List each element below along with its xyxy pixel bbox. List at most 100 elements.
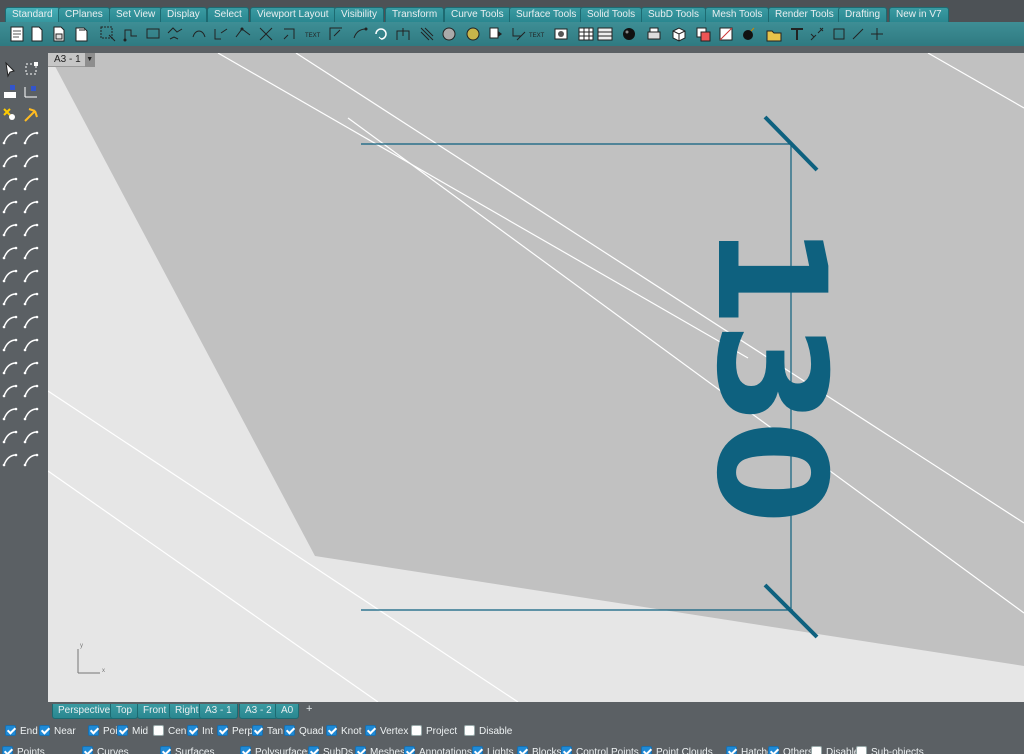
curve-icon[interactable]	[1, 175, 19, 193]
layer-table-icon[interactable]	[645, 25, 663, 43]
point-grid-icon[interactable]	[22, 152, 40, 170]
checkbox-checked-icon[interactable]	[355, 746, 366, 754]
filter-annotations[interactable]: Annotations	[404, 746, 472, 754]
checkbox-checked-icon[interactable]	[561, 746, 572, 754]
move-gumball-icon[interactable]	[1, 106, 19, 124]
viewport-tab-front[interactable]: Front	[137, 704, 173, 719]
helix-icon[interactable]	[22, 244, 40, 262]
dimension-text[interactable]: 130	[683, 223, 857, 518]
open-icon[interactable]	[28, 25, 46, 43]
ellipse-icon[interactable]	[1, 382, 19, 400]
line-icon[interactable]	[22, 198, 40, 216]
filter-control-points[interactable]: Control Points	[561, 746, 639, 754]
viewport-tab-a3-2[interactable]: A3 - 2	[239, 704, 278, 719]
select-layer-icon[interactable]	[1, 83, 19, 101]
explode-points-icon[interactable]	[22, 359, 40, 377]
redo-icon[interactable]	[440, 25, 458, 43]
polyline-icon[interactable]	[144, 25, 162, 43]
checkbox-unchecked-icon[interactable]	[153, 725, 164, 736]
polygon-icon[interactable]	[190, 25, 208, 43]
checkbox-checked-icon[interactable]	[365, 725, 376, 736]
polygon-icon[interactable]	[1, 428, 19, 446]
toolbar-tab-curve-tools[interactable]: Curve Tools	[444, 7, 511, 22]
filter-lights[interactable]: Lights	[472, 746, 514, 754]
vertex-icon[interactable]	[1, 244, 19, 262]
filter-blocks[interactable]: Blocks	[517, 746, 561, 754]
checkbox-checked-icon[interactable]	[160, 746, 171, 754]
undo-icon[interactable]	[418, 25, 436, 43]
tangent-icon[interactable]	[22, 221, 40, 239]
point-on-icon[interactable]	[1, 267, 19, 285]
toolbar-tab-transform[interactable]: Transform	[385, 7, 445, 22]
transform-icon[interactable]	[868, 25, 886, 43]
checkbox-checked-icon[interactable]	[326, 725, 337, 736]
move-icon[interactable]	[257, 25, 275, 43]
print-icon[interactable]	[99, 25, 117, 43]
save-as-icon[interactable]	[73, 25, 91, 43]
control-points-icon[interactable]	[1, 129, 19, 147]
snapshot-icon[interactable]	[596, 25, 614, 43]
rectangle-icon[interactable]	[1, 405, 19, 423]
checkbox-checked-icon[interactable]	[404, 746, 415, 754]
toolbar-tab-display[interactable]: Display	[160, 7, 207, 22]
toolbar-tab-render-tools[interactable]: Render Tools	[768, 7, 841, 22]
select-window-icon[interactable]	[122, 25, 140, 43]
fillet-icon[interactable]	[1, 359, 19, 377]
checkbox-checked-icon[interactable]	[308, 746, 319, 754]
checkbox-checked-icon[interactable]	[641, 746, 652, 754]
checkbox-checked-icon[interactable]	[82, 746, 93, 754]
filter-polysurfaces[interactable]: Polysurfaces	[240, 746, 312, 754]
toolbar-tab-select[interactable]: Select	[207, 7, 249, 22]
viewport-tab-top[interactable]: Top	[110, 704, 139, 719]
cursor-circle-icon[interactable]	[22, 336, 40, 354]
checkbox-unchecked-icon[interactable]	[464, 725, 475, 736]
osnap-perp[interactable]: Perp	[217, 725, 253, 739]
osnap-mid[interactable]: Mid	[117, 725, 148, 739]
checkbox-checked-icon[interactable]	[252, 725, 263, 736]
checkbox-checked-icon[interactable]	[768, 746, 779, 754]
dashed-box-icon[interactable]	[22, 129, 40, 147]
checkbox-checked-icon[interactable]	[117, 725, 128, 736]
osnap-knot[interactable]: Knot	[326, 725, 362, 739]
checkbox-unchecked-icon[interactable]	[811, 746, 822, 754]
circle-center-icon[interactable]	[22, 290, 40, 308]
filter-curves[interactable]: Curves	[82, 746, 129, 754]
spline-icon[interactable]	[1, 221, 19, 239]
arc-3pt-icon[interactable]	[1, 336, 19, 354]
bomb-icon[interactable]	[808, 25, 826, 43]
circle-icon[interactable]	[1, 290, 19, 308]
filter-sub-objects[interactable]: Sub-objects	[856, 746, 924, 754]
new-icon[interactable]	[8, 25, 26, 43]
osnap-quad[interactable]: Quad	[284, 725, 323, 739]
circle-3pt-icon[interactable]	[1, 313, 19, 331]
toolbar-tab-visibility[interactable]: Visibility	[334, 7, 384, 22]
v-curve-icon[interactable]	[22, 175, 40, 193]
viewport-tab-a0[interactable]: A0	[275, 704, 300, 719]
save-icon[interactable]	[50, 25, 68, 43]
polyline-icon[interactable]	[1, 152, 19, 170]
toolbar-tab-new-in-v7[interactable]: New in V7	[889, 7, 949, 22]
array-icon[interactable]	[327, 25, 345, 43]
grid-icon[interactable]	[620, 25, 638, 43]
text-dot-icon[interactable]	[849, 25, 867, 43]
viewport-title-tab[interactable]: A3 - 1 ▼	[48, 53, 95, 67]
folder-icon[interactable]	[830, 25, 848, 43]
viewport-canvas[interactable]: y x 130	[48, 53, 1024, 702]
box-icon[interactable]	[1, 451, 19, 469]
checkbox-checked-icon[interactable]	[39, 725, 50, 736]
curve-icon[interactable]	[212, 25, 230, 43]
checkbox-checked-icon[interactable]	[187, 725, 198, 736]
toolbar-tab-set-view[interactable]: Set View	[109, 7, 163, 22]
filter-points[interactable]: Points	[2, 746, 45, 754]
rotate-icon[interactable]	[280, 25, 298, 43]
arc-icon[interactable]	[234, 25, 252, 43]
circle-tan-icon[interactable]	[22, 313, 40, 331]
osnap-project[interactable]: Project	[411, 725, 457, 739]
flame-icon[interactable]	[22, 106, 40, 124]
checkbox-checked-icon[interactable]	[2, 746, 13, 754]
toolbar-tab-viewport-layout[interactable]: Viewport Layout	[250, 7, 336, 22]
checkbox-checked-icon[interactable]	[284, 725, 295, 736]
arc-icon[interactable]	[1, 198, 19, 216]
rectangle-icon[interactable]	[166, 25, 184, 43]
filter-others[interactable]: Others	[768, 746, 813, 754]
